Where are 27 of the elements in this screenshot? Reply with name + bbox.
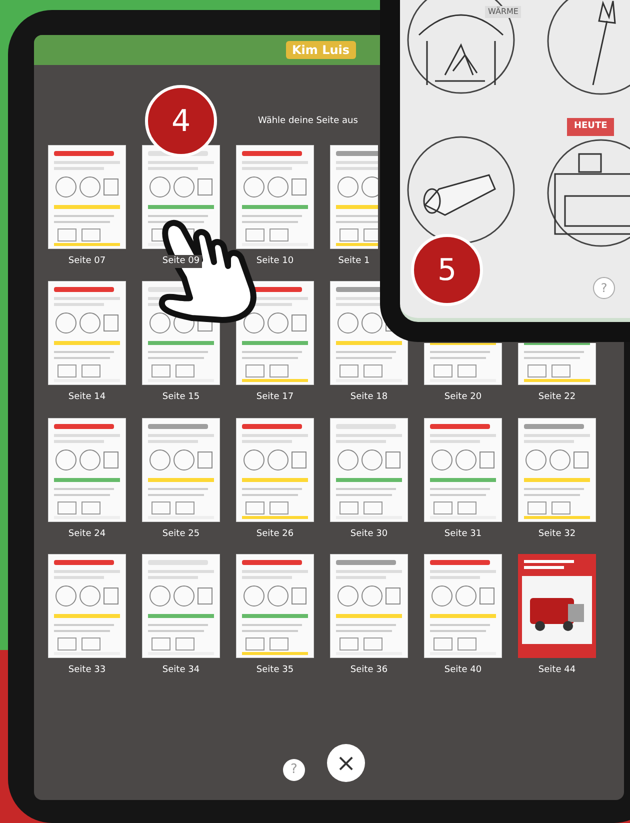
page-thumbnail[interactable] [236, 554, 314, 658]
help-button[interactable]: ? [283, 758, 305, 780]
brand-logo: Kim Luis [286, 41, 356, 59]
page-thumbnail[interactable] [330, 418, 408, 522]
page-thumbnail[interactable] [518, 343, 596, 385]
close-button[interactable]: × [327, 744, 365, 782]
page-thumbnail[interactable] [424, 554, 502, 658]
page-thumbnail[interactable] [236, 418, 314, 522]
page-thumbnail[interactable] [142, 418, 220, 522]
page-thumbnail[interactable] [424, 418, 502, 522]
page-thumbnail[interactable] [48, 144, 126, 248]
page-thumbnail[interactable] [142, 554, 220, 658]
help-button[interactable]: ? [593, 277, 615, 299]
page-thumbnail[interactable] [236, 281, 314, 385]
today-tag: HEUTE [567, 118, 614, 136]
page-thumbnail[interactable] [48, 554, 126, 658]
page-thumbnail[interactable] [236, 144, 314, 248]
warmth-label: WÄRME [485, 6, 522, 18]
page-thumbnail[interactable] [518, 554, 596, 658]
page-thumbnail[interactable] [330, 144, 378, 248]
page-thumbnail[interactable] [518, 418, 596, 522]
page-thumbnail[interactable] [48, 418, 126, 522]
page-thumbnail[interactable] [424, 343, 502, 385]
page-thumbnail[interactable] [48, 281, 126, 385]
page-chooser-title: Wähle deine Seite aus [258, 115, 358, 128]
page-label: Seite 09 [160, 254, 202, 268]
page-thumbnail[interactable] [330, 554, 408, 658]
